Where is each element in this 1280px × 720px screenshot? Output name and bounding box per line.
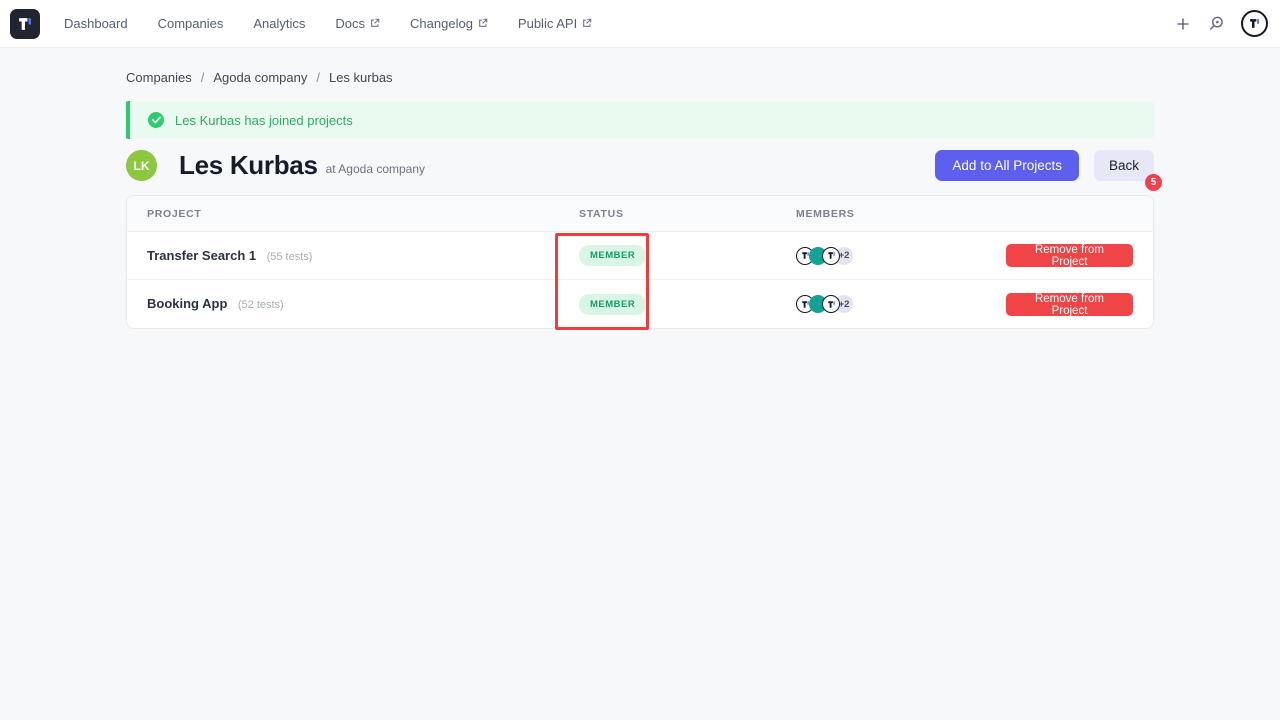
actions-cell: Remove from Project — [1006, 244, 1153, 267]
column-header-members: MEMBERS — [796, 208, 1006, 220]
alert-message: Les Kurbas has joined projects — [175, 113, 353, 128]
project-tests-count: (52 tests) — [238, 299, 284, 311]
table-row: Booking App (52 tests) MEMBER +2 — [127, 280, 1153, 328]
breadcrumb-separator: / — [201, 70, 205, 85]
breadcrumb-agoda-company[interactable]: Agoda company — [213, 70, 307, 85]
breadcrumb-les-kurbas[interactable]: Les kurbas — [329, 70, 393, 85]
nav-item-companies[interactable]: Companies — [158, 16, 224, 31]
brand-logo[interactable] — [10, 9, 40, 39]
nav-links: Dashboard Companies Analytics Docs Chang… — [64, 16, 592, 31]
avatar-initials: LK — [134, 159, 150, 173]
external-link-icon — [478, 18, 488, 28]
project-name[interactable]: Transfer Search 1 — [147, 248, 256, 263]
project-name[interactable]: Booking App — [147, 296, 227, 311]
brand-t-icon — [15, 14, 35, 34]
column-header-project: PROJECT — [127, 208, 579, 220]
success-alert: Les Kurbas has joined projects — [126, 101, 1154, 139]
back-button[interactable]: Back — [1094, 150, 1154, 181]
breadcrumb: Companies / Agoda company / Les kurbas — [126, 48, 1154, 85]
breadcrumb-separator: / — [316, 70, 320, 85]
nav-item-docs[interactable]: Docs — [335, 16, 380, 31]
column-header-status: STATUS — [579, 208, 796, 220]
project-tests-count: (55 tests) — [267, 251, 313, 263]
nav-item-label: Docs — [335, 16, 365, 31]
project-cell: Booking App (52 tests) — [127, 295, 579, 313]
table-header-row: PROJECT STATUS MEMBERS — [127, 196, 1153, 232]
status-badge: MEMBER — [579, 245, 646, 266]
check-circle-icon — [148, 112, 164, 128]
breadcrumb-companies[interactable]: Companies — [126, 70, 192, 85]
nav-item-changelog[interactable]: Changelog — [410, 16, 488, 31]
user-avatar-logo[interactable] — [1241, 10, 1268, 37]
brand-t-icon — [1247, 16, 1262, 31]
remove-from-project-button[interactable]: Remove from Project — [1006, 293, 1133, 316]
members-cell: +2 — [796, 295, 1006, 313]
external-link-icon — [582, 18, 592, 28]
actions-cell: Remove from Project — [1006, 293, 1153, 316]
nav-item-label: Changelog — [410, 16, 473, 31]
back-button-wrapper: Back 5 — [1094, 150, 1154, 181]
member-avatar — [822, 247, 840, 265]
members-cell: +2 — [796, 247, 1006, 265]
top-navigation: Dashboard Companies Analytics Docs Chang… — [0, 0, 1280, 48]
nav-item-label: Public API — [518, 16, 577, 31]
nav-item-label: Dashboard — [64, 16, 128, 31]
nav-item-dashboard[interactable]: Dashboard — [64, 16, 128, 31]
profile-header: LK Les Kurbas at Agoda company Add to Al… — [126, 150, 1154, 181]
user-initials-avatar: LK — [126, 150, 157, 181]
add-plus-icon[interactable] — [1176, 17, 1190, 31]
search-icon[interactable] — [1207, 15, 1224, 32]
table-row: Transfer Search 1 (55 tests) MEMBER +2 — [127, 232, 1153, 280]
nav-item-public-api[interactable]: Public API — [518, 16, 592, 31]
status-cell: MEMBER — [579, 245, 796, 266]
status-badge: MEMBER — [579, 294, 646, 315]
remove-from-project-button[interactable]: Remove from Project — [1006, 244, 1133, 267]
nav-item-label: Analytics — [253, 16, 305, 31]
member-avatar — [822, 295, 840, 313]
nav-right-controls — [1176, 10, 1268, 37]
projects-table: PROJECT STATUS MEMBERS Transfer Search 1… — [126, 195, 1154, 329]
nav-item-label: Companies — [158, 16, 224, 31]
page: Dashboard Companies Analytics Docs Chang… — [0, 0, 1280, 720]
external-link-icon — [370, 18, 380, 28]
nav-item-analytics[interactable]: Analytics — [253, 16, 305, 31]
page-subtitle: at Agoda company — [326, 162, 425, 176]
page-title: Les Kurbas — [179, 150, 318, 181]
status-cell: MEMBER — [579, 294, 796, 315]
project-cell: Transfer Search 1 (55 tests) — [127, 247, 579, 265]
notification-badge: 5 — [1145, 174, 1162, 191]
header-actions: Add to All Projects Back 5 — [935, 150, 1154, 181]
add-to-all-projects-button[interactable]: Add to All Projects — [935, 150, 1079, 181]
